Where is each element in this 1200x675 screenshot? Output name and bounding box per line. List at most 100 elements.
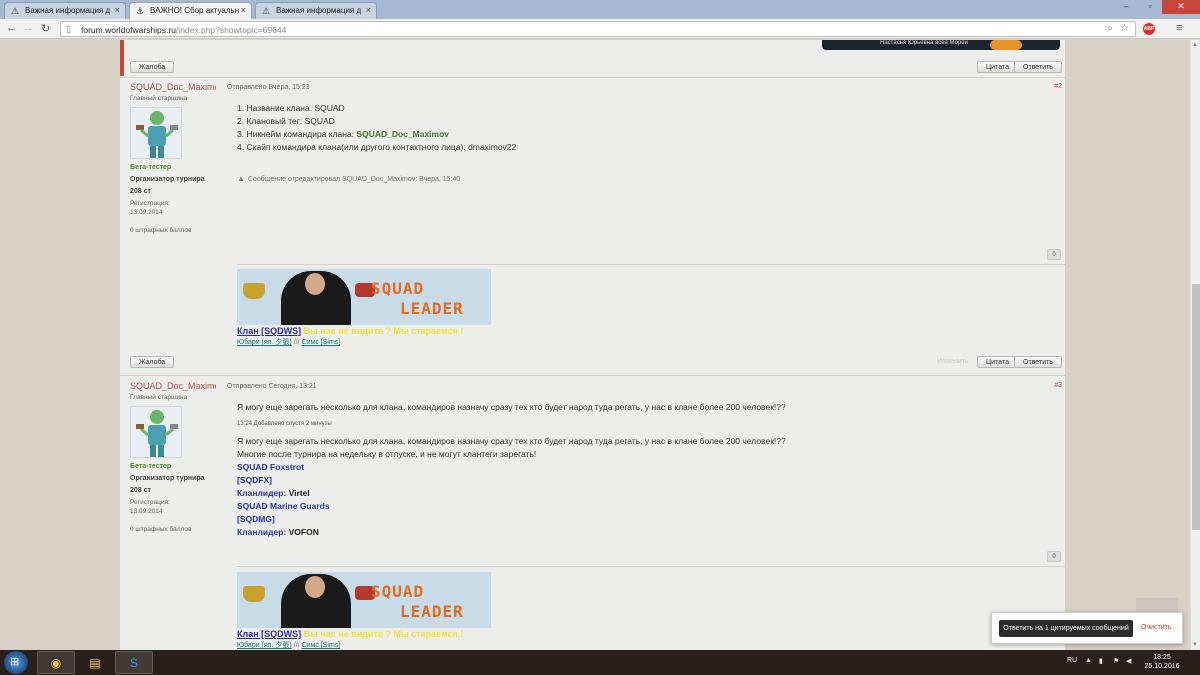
registration-date: 13.09.2014: [130, 209, 163, 216]
banner-face: [305, 273, 325, 295]
url-text: forum.worldofwarships.ru/index.php?showt…: [81, 25, 287, 35]
window-controls: – ▫ ✕: [1114, 0, 1200, 14]
close-icon[interactable]: ×: [115, 5, 120, 15]
signature-clan: Клан [SQDWS] Вы нас не видите ? Мы стара…: [237, 326, 464, 336]
signature-links: Юбари (яп. 夕張)///Симс [Sims]: [237, 339, 341, 346]
window-close-icon[interactable]: ✕: [1162, 0, 1200, 14]
taskbar-explorer[interactable]: ▤: [76, 651, 114, 674]
clan-name: SQUAD Marine Guards: [237, 501, 330, 511]
report-button[interactable]: Жалоба: [130, 356, 175, 368]
post-text-line: 2. Клановый тег: SQUAD: [237, 116, 335, 126]
signature-links: Юбари (яп. 夕張)///Симс [Sims]: [237, 642, 341, 649]
tray-expand-icon[interactable]: ▲: [1085, 657, 1092, 664]
member-points: 208 ст: [130, 188, 151, 195]
member-role: Организатор турнира: [130, 475, 205, 482]
multiquote-popup: Ответить на 1 цитируемых сообщений Очист…: [991, 612, 1183, 644]
clan-link[interactable]: Клан [SQDWS]: [237, 629, 301, 639]
report-button[interactable]: Жалоба: [130, 61, 175, 73]
close-icon[interactable]: ×: [241, 5, 246, 15]
scroll-thumb[interactable]: [1192, 284, 1200, 530]
minimize-icon[interactable]: –: [1114, 0, 1138, 14]
skype-icon: S: [129, 656, 138, 670]
search-icon[interactable]: ⌕: [1107, 23, 1113, 34]
yubari-link[interactable]: Юбари (яп. 夕張): [237, 339, 292, 346]
scroll-up-icon[interactable]: ▲: [1192, 42, 1198, 48]
reputation-counter[interactable]: 0: [1047, 551, 1061, 562]
forward-arrow-icon[interactable]: →: [23, 22, 34, 34]
browser-tab-3[interactable]: ⚠ Важная информация д ×: [255, 2, 377, 19]
tab-title: Важная информация д: [25, 6, 111, 15]
reply-button[interactable]: Ответить: [1014, 61, 1062, 73]
member-points: 208 ст: [130, 487, 151, 494]
reply-multiquote-button[interactable]: Ответить на 1 цитируемых сообщений: [999, 620, 1133, 637]
post-text-line: Я могу еще зарегать несколько для клана,…: [237, 402, 786, 412]
doctor-avatar-icon: [136, 111, 178, 158]
close-icon[interactable]: ×: [366, 5, 371, 15]
registration-label: Регистрация:: [130, 499, 170, 506]
added-later-note: 13:24 Добавлено спустя 2 минуты: [237, 421, 332, 427]
quote-button[interactable]: Цитата: [977, 356, 1018, 368]
page-info-icon[interactable]: ▯: [66, 24, 71, 35]
flag-icon[interactable]: ⚑: [1113, 657, 1119, 665]
language-indicator[interactable]: RU: [1067, 657, 1077, 664]
taskbar-chrome[interactable]: ◉: [37, 651, 75, 674]
clear-multiquote-link[interactable]: Очистить: [1141, 624, 1171, 631]
post-date: Отправлено Сегодня, 13:21: [227, 383, 317, 390]
commander-profile-link[interactable]: SQUAD_Doc_Maximov: [356, 129, 449, 139]
banner-face: [305, 576, 325, 598]
author-rank: Главный старшина: [130, 394, 188, 401]
tab-strip: ⚠ Важная информация д × ⚓ ВАЖНО! Сбор ак…: [0, 0, 1200, 19]
yubari-link[interactable]: Юбари (яп. 夕張): [237, 642, 292, 649]
edit-link[interactable]: Изменить: [937, 358, 969, 365]
edit-note: ▲ Сообщение отредактировал SQUAD_Doc_Maxi…: [237, 174, 461, 183]
post-divider: [120, 77, 1065, 78]
forum-topic: Настасья Юрьевна всея Морей Жалоба Цитат…: [120, 40, 1065, 650]
warning-icon: ▲: [237, 174, 245, 183]
quote-button[interactable]: Цитата: [977, 61, 1018, 73]
chrome-icon: ◉: [50, 656, 62, 670]
author-name[interactable]: SQUAD_Doc_Maximov: [130, 381, 216, 391]
post-date: Отправлено Вчера, 15:23: [227, 84, 310, 91]
browser-tab-2[interactable]: ⚓ ВАЖНО! Сбор актуальн ×: [129, 2, 252, 19]
start-button[interactable]: ⊞: [4, 651, 28, 674]
maximize-icon[interactable]: ▫: [1138, 0, 1162, 14]
crown-decoration: [243, 283, 265, 299]
folder-icon: ▤: [89, 656, 101, 670]
clan-tag: [SQDFX]: [237, 475, 272, 485]
scroll-down-icon[interactable]: ▼: [1192, 642, 1198, 648]
menu-icon[interactable]: ≡: [1176, 22, 1182, 34]
warning-favicon-icon: ⚠: [11, 6, 20, 16]
post-text-line: 1. Название клана. SQUAD: [237, 103, 345, 113]
volume-icon[interactable]: ◀: [1126, 657, 1131, 665]
sims-link[interactable]: Симс [Sims]: [302, 339, 341, 346]
post-number[interactable]: #2: [1054, 83, 1062, 90]
registration-date: 13.09.2014: [130, 508, 163, 515]
page-scrollbar[interactable]: ▲ ▼: [1190, 40, 1200, 650]
warning-favicon-icon: ⚠: [262, 6, 271, 16]
avatar[interactable]: [130, 406, 182, 458]
signature-divider: [237, 566, 1065, 567]
post-number[interactable]: #3: [1054, 382, 1062, 389]
crown-decoration: [243, 586, 265, 602]
penalty-points: 0 штрафных баллов: [130, 526, 192, 533]
member-group: Бета-тестер: [130, 463, 172, 470]
reputation-counter[interactable]: 0: [1047, 249, 1061, 260]
taskbar-skype[interactable]: S: [115, 651, 153, 674]
clan-link[interactable]: Клан [SQDWS]: [237, 326, 301, 336]
taskbar-clock[interactable]: 18:25 25.10.2016: [1140, 653, 1184, 671]
sims-link[interactable]: Симс [Sims]: [302, 642, 341, 649]
doctor-avatar-icon: [136, 410, 178, 457]
reload-icon[interactable]: ↻: [41, 22, 50, 35]
browser-tab-1[interactable]: ⚠ Важная информация д ×: [4, 2, 126, 19]
author-name[interactable]: SQUAD_Doc_Maximov: [130, 82, 216, 92]
avatar[interactable]: [130, 107, 182, 159]
network-icon[interactable]: ▮: [1099, 657, 1103, 665]
back-arrow-icon[interactable]: ←: [6, 22, 17, 34]
bookmark-star-icon[interactable]: ☆: [1120, 23, 1129, 34]
address-bar[interactable]: ▯ forum.worldofwarships.ru/index.php?sho…: [60, 21, 1136, 37]
wows-favicon-icon: ⚓: [136, 6, 145, 16]
adblock-extension-icon[interactable]: ABP: [1143, 23, 1155, 35]
signature-banner: SQUAD LEADER: [237, 269, 491, 325]
clan-name: SQUAD Foxstrot: [237, 462, 305, 472]
reply-button[interactable]: Ответить: [1014, 356, 1062, 368]
